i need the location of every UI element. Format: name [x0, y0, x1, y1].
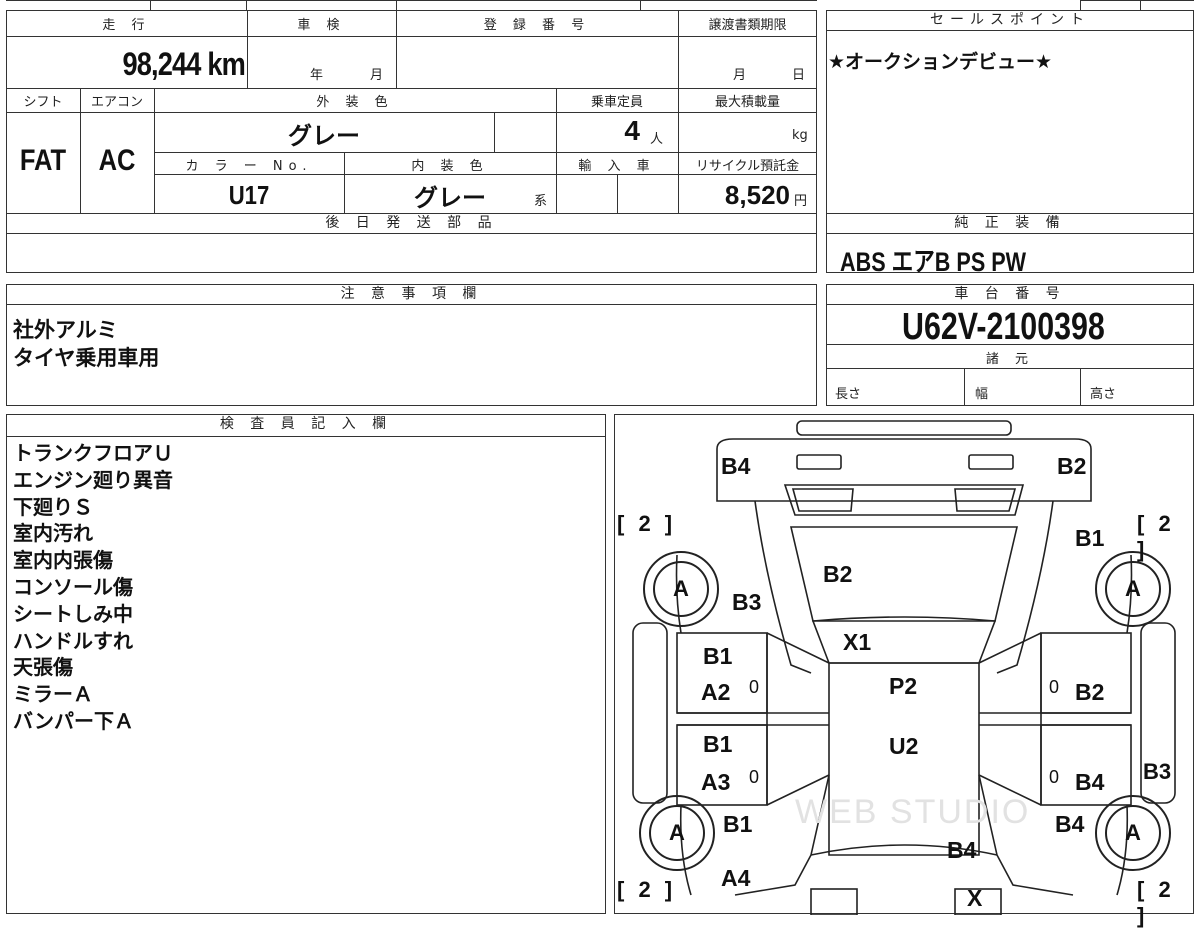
shaken-label: 車 検: [297, 18, 346, 33]
max-load-unit: kg: [792, 128, 808, 143]
registration-label: 登 録 番 号: [483, 18, 591, 33]
shaken-month-unit: 月: [370, 68, 384, 83]
inspector-lines: トランクフロアＵ エンジン廻り異音 下廻りＳ 室内汚れ 室内内張傷 コンソール傷…: [13, 440, 173, 735]
sales-point-label: セールスポイント: [826, 10, 1194, 31]
transfer-deadline-label: 譲渡書類期限: [708, 18, 787, 33]
tire-grade-rl: A: [653, 561, 709, 617]
inspector-line: シートしみ中: [13, 601, 133, 626]
inspector-line: 天張傷: [13, 655, 73, 680]
code-rear-left: B4: [721, 453, 751, 479]
height-label: 高さ: [1090, 387, 1117, 402]
specs-label: 諸 元: [985, 352, 1035, 367]
aircon-label: エアコン: [90, 95, 143, 110]
sales-point-box: [826, 10, 1194, 214]
tire-rear-left: A: [643, 551, 719, 627]
code-roof: B2: [823, 561, 853, 587]
tire-grade-fl: A: [649, 805, 705, 861]
code-right-front-fender: B4: [1055, 811, 1085, 837]
code-center-upper: P2: [889, 673, 918, 699]
tread-fl: [ 2 ]: [617, 877, 677, 902]
code-right-front-door: B4: [1075, 769, 1105, 795]
recycle-value: 8,520: [724, 180, 790, 210]
code-center-lower: U2: [889, 733, 919, 759]
code-roof-front: X1: [843, 629, 872, 655]
inspector-line: ミラーＡ: [13, 682, 93, 707]
interior-color-label: 内 装 色: [411, 159, 489, 174]
inspector-label: 検 査 員 記 入 欄: [6, 414, 606, 437]
tire-front-left: A: [639, 795, 715, 871]
code-hood: B4: [947, 837, 977, 863]
color-no-label: カ ラ ー No.: [185, 159, 313, 174]
max-load-label: 最大積載量: [714, 95, 780, 110]
code-rear-right-quarter: B1: [1075, 525, 1105, 551]
notes-line-2: タイヤ乗用車用: [13, 346, 160, 370]
tread-rr: [ 2 ]: [1137, 511, 1175, 562]
tread-fr: [ 2 ]: [1137, 877, 1175, 928]
code-left-rear-door-bottom: A2: [701, 679, 731, 705]
capacity-label: 乗車定員: [590, 95, 643, 110]
chassis-value: U62V-2100398: [902, 306, 1105, 348]
inspector-line: ハンドルすれ: [13, 628, 133, 653]
shift-label: シフト: [23, 95, 63, 110]
tire-front-right: A: [1095, 795, 1171, 871]
later-parts-label: 後 日 発 送 部 品: [6, 213, 817, 234]
mileage-value: 98,244 km: [122, 46, 245, 82]
tire-grade-rr: A: [1105, 561, 1161, 617]
code-right-rear-door: B2: [1075, 679, 1105, 705]
transfer-month-unit: 月: [733, 68, 747, 83]
inspector-line: トランクフロアＵ: [13, 441, 173, 465]
tread-rl: [ 2 ]: [617, 511, 677, 536]
notes-line-1: 社外アルミ: [13, 318, 118, 342]
recycle-unit: 円: [794, 194, 808, 209]
inspector-line: 室内汚れ: [13, 521, 93, 546]
code-rear-left-quarter: B3: [732, 589, 762, 615]
aircon-value: AC: [98, 144, 136, 177]
damage-diagram: A A A A [ 2 ] [ 2 ] [ 2 ] [ 2 ] B4 B2 B1…: [614, 414, 1194, 928]
code-left-front-door-bottom: A3: [701, 769, 731, 795]
inspector-line: 室内内張傷: [13, 548, 113, 573]
chassis-label: 車 台 番 号: [826, 284, 1194, 305]
code-left-rear-door-top: B1: [703, 643, 733, 669]
color-no-value: U17: [228, 180, 270, 210]
equipment-label: 純 正 装 備: [826, 213, 1194, 234]
shaken-year-unit: 年: [310, 68, 324, 83]
inspector-line: 下廻りＳ: [13, 494, 93, 519]
capacity-value: 4: [624, 115, 640, 146]
code-left-front-door-top: B1: [703, 731, 733, 757]
mileage-label: 走 行: [102, 18, 151, 33]
tire-grade-fr: A: [1105, 805, 1161, 861]
zero-right-front: 0: [1049, 767, 1060, 787]
code-left-front-fender: B1: [723, 811, 753, 837]
code-rear-right: B2: [1057, 453, 1087, 479]
exterior-color-value: グレー: [288, 122, 360, 150]
notes-label: 注 意 事 項 欄: [6, 284, 817, 305]
exterior-color-label: 外 装 色: [316, 95, 394, 110]
code-right-rocker: B3: [1143, 759, 1172, 784]
sales-point-text: ★オークションデビュー★: [828, 51, 1053, 73]
width-label: 幅: [975, 387, 989, 402]
code-left-front-bottom: A4: [721, 865, 751, 891]
inspector-line: バンパー下Ａ: [13, 708, 134, 733]
zero-left-front: 0: [749, 767, 760, 787]
inspector-line: コンソール傷: [13, 574, 133, 599]
zero-left-rear: 0: [749, 677, 760, 697]
import-label: 輸 入 車: [578, 159, 656, 174]
mileage-unit: km: [207, 46, 245, 82]
capacity-unit: 人: [650, 132, 664, 147]
zero-right-rear: 0: [1049, 677, 1060, 697]
interior-suffix: 系: [534, 194, 548, 209]
equipment-text: ABS エアB PS PW: [840, 247, 1027, 277]
shift-value: FAT: [19, 144, 67, 177]
length-label: 長さ: [835, 387, 862, 402]
transfer-day-unit: 日: [792, 68, 806, 83]
recycle-label: リサイクル預託金: [695, 159, 800, 174]
code-front: X: [967, 885, 983, 911]
inspector-line: エンジン廻り異音: [13, 467, 173, 492]
watermark: WEB STUDIO: [795, 793, 1031, 831]
interior-color-value: グレー: [414, 184, 486, 212]
